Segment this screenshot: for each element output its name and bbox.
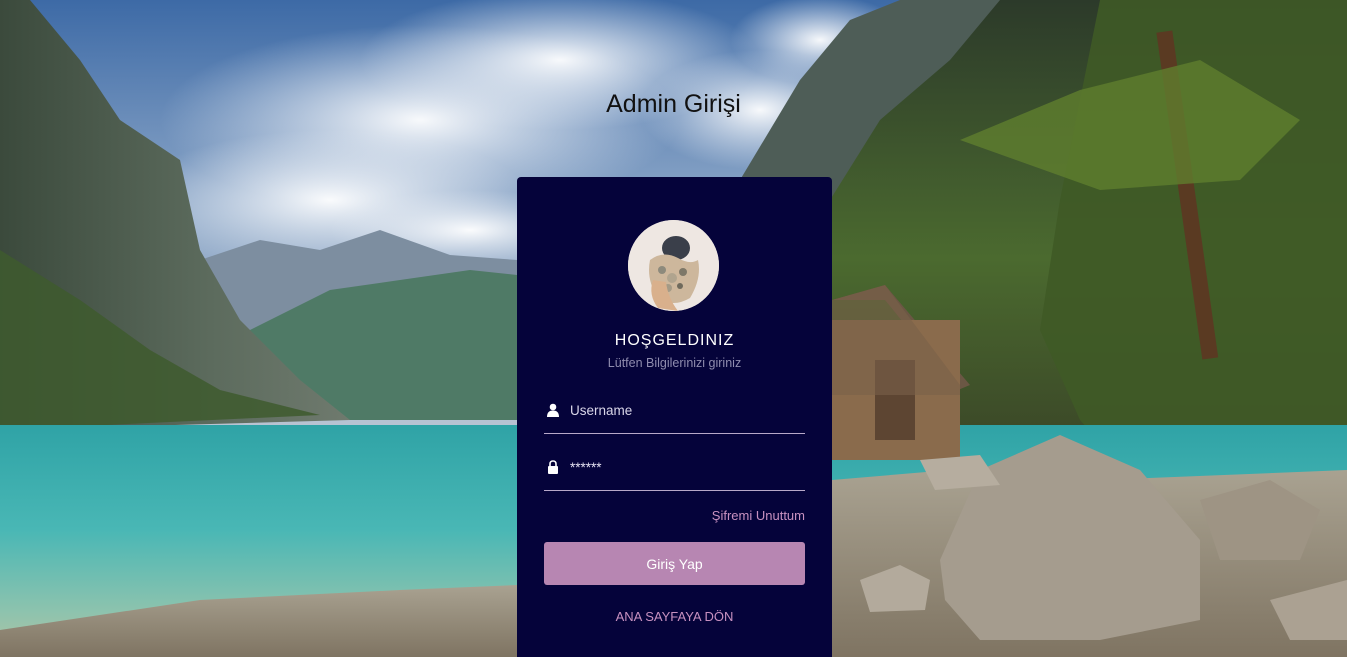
login-page: Admin Girişi HOŞGELDINIZ Lütfen Bilgiler…: [0, 0, 1347, 657]
page-title: Admin Girişi: [606, 90, 741, 118]
home-link[interactable]: ANA SAYFAYA DÖN: [517, 609, 832, 624]
user-icon: [547, 403, 559, 417]
password-field[interactable]: [544, 450, 805, 491]
forgot-password-link[interactable]: Şifremi Unuttum: [712, 508, 805, 523]
login-card: HOŞGELDINIZ Lütfen Bilgilerinizi giriniz…: [517, 177, 832, 657]
avatar-image: [628, 220, 719, 311]
welcome-heading: HOŞGELDINIZ: [614, 332, 735, 349]
password-input[interactable]: [570, 454, 800, 480]
username-input[interactable]: [570, 397, 800, 423]
username-field[interactable]: [544, 393, 805, 434]
login-button[interactable]: Giriş Yap: [544, 542, 805, 585]
lock-icon: [548, 460, 558, 474]
avatar: [628, 220, 719, 311]
welcome-subtitle: Lütfen Bilgilerinizi giriniz: [607, 356, 742, 370]
